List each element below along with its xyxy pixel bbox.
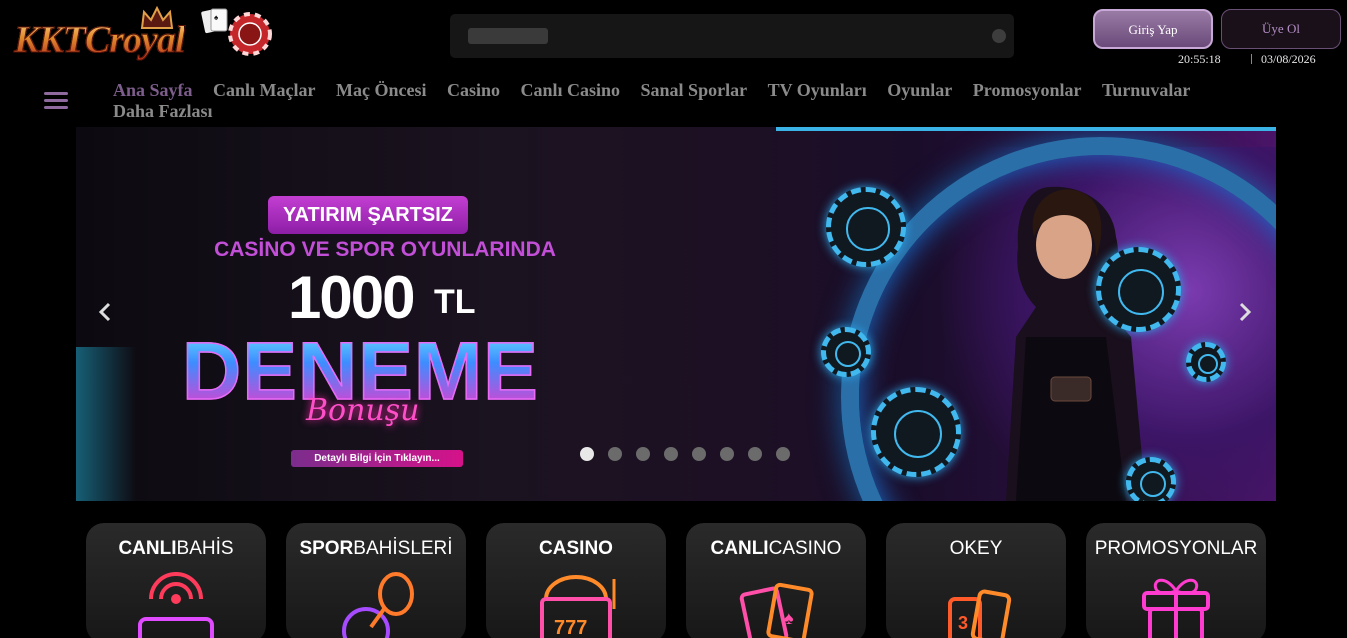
clock: 20:55:18 (1178, 52, 1221, 66)
search-placeholder-bar (468, 28, 548, 44)
nav-item-live-matches[interactable]: Canlı Maçlar (213, 80, 315, 101)
casino-chip-icon (228, 12, 272, 56)
category-card-promotions[interactable]: PROMOSYONLAR (1086, 523, 1266, 638)
clock-separator (1251, 54, 1252, 64)
carousel-dot[interactable] (580, 447, 594, 461)
banner-top-line (776, 127, 1276, 131)
gift-box-icon (1142, 578, 1210, 638)
nav-item-games[interactable]: Oyunlar (887, 80, 952, 101)
category-card-okey[interactable]: OKEY 3 (886, 523, 1066, 638)
nav-item-pre-match[interactable]: Maç Öncesi (336, 80, 426, 101)
casino-chip-icon (871, 387, 961, 477)
login-button[interactable]: Giriş Yap (1093, 9, 1213, 49)
svg-text:♠: ♠ (784, 608, 794, 628)
carousel-dot[interactable] (636, 447, 650, 461)
card-title: CANLICASINO (710, 538, 842, 559)
register-button[interactable]: Üye Ol (1221, 9, 1341, 49)
category-card-live-betting[interactable]: CANLIBAHİS (86, 523, 266, 638)
carousel-dot[interactable] (748, 447, 762, 461)
sports-ball-racket-icon (342, 572, 414, 638)
category-card-casino[interactable]: CASINO 777 (486, 523, 666, 638)
card-title: OKEY (949, 538, 1003, 559)
playing-cards-icon: ♠ (201, 8, 228, 34)
carousel-dot[interactable] (608, 447, 622, 461)
banner-next-arrow-icon[interactable] (1238, 301, 1252, 323)
carousel-dot[interactable] (776, 447, 790, 461)
search-icon[interactable] (992, 29, 1006, 43)
casino-chip-icon (1126, 457, 1176, 501)
okey-tiles-icon: 3 (948, 589, 1012, 638)
carousel-dots (580, 447, 800, 466)
nav-item-tv-games[interactable]: TV Oyunları (768, 80, 867, 101)
banner-left-glow (76, 347, 136, 501)
nav-item-more[interactable]: Daha Fazlası (113, 101, 213, 122)
carousel-dot[interactable] (692, 447, 706, 461)
casino-chip-icon (1186, 342, 1226, 382)
crown-icon (140, 6, 174, 29)
banner-prev-arrow-icon[interactable] (98, 301, 112, 323)
svg-text:3: 3 (958, 613, 968, 633)
category-card-live-casino[interactable]: CANLICASINO ♠ (686, 523, 866, 638)
carousel-dot[interactable] (664, 447, 678, 461)
svg-text:777: 777 (554, 617, 587, 638)
site-logo[interactable]: KKTCroyal ♠ (12, 4, 272, 68)
promo-cta-button[interactable]: Detaylı Bilgi İçin Tıklayın... (291, 450, 463, 467)
card-title: PROMOSYONLAR (1094, 538, 1258, 559)
card-title: CANLIBAHİS (118, 538, 234, 559)
main-nav: Ana Sayfa Canlı Maçlar Maç Öncesi Casino… (113, 80, 1313, 122)
promo-badge: YATIRIM ŞARTSIZ (268, 196, 468, 234)
card-title: CASINO (539, 538, 613, 559)
promo-script-text: Bonuşu (306, 393, 420, 428)
live-broadcast-icon (138, 572, 214, 638)
casino-chip-icon (1096, 247, 1181, 332)
nav-item-tournaments[interactable]: Turnuvalar (1102, 80, 1190, 101)
hamburger-menu-icon[interactable] (44, 92, 68, 112)
promo-unit: TL (434, 283, 476, 321)
casino-chip-icon (821, 327, 871, 377)
search-input[interactable] (450, 14, 1014, 58)
nav-item-live-casino[interactable]: Canlı Casino (521, 80, 621, 101)
slot-machine-icon: 777 (540, 575, 616, 638)
casino-chip-icon (826, 187, 906, 267)
promo-amount: 1000 (288, 264, 415, 331)
promo-subtitle: CASİNO VE SPOR OYUNLARINDA (214, 238, 556, 261)
category-card-sports-betting[interactable]: SPORBAHİSLERİ (286, 523, 466, 638)
nav-item-home[interactable]: Ana Sayfa (113, 80, 193, 101)
nav-item-casino[interactable]: Casino (447, 80, 500, 101)
nav-item-promotions[interactable]: Promosyonlar (973, 80, 1082, 101)
hero-banner[interactable]: YATIRIM ŞARTSIZ CASİNO VE SPOR OYUNLARIN… (76, 127, 1276, 501)
nav-item-virtual-sports[interactable]: Sanal Sporlar (641, 80, 748, 101)
date: 03/08/2026 (1261, 52, 1316, 66)
card-title: SPORBAHİSLERİ (299, 538, 453, 559)
playing-cards-icon: ♠ (739, 582, 814, 638)
carousel-dot[interactable] (720, 447, 734, 461)
